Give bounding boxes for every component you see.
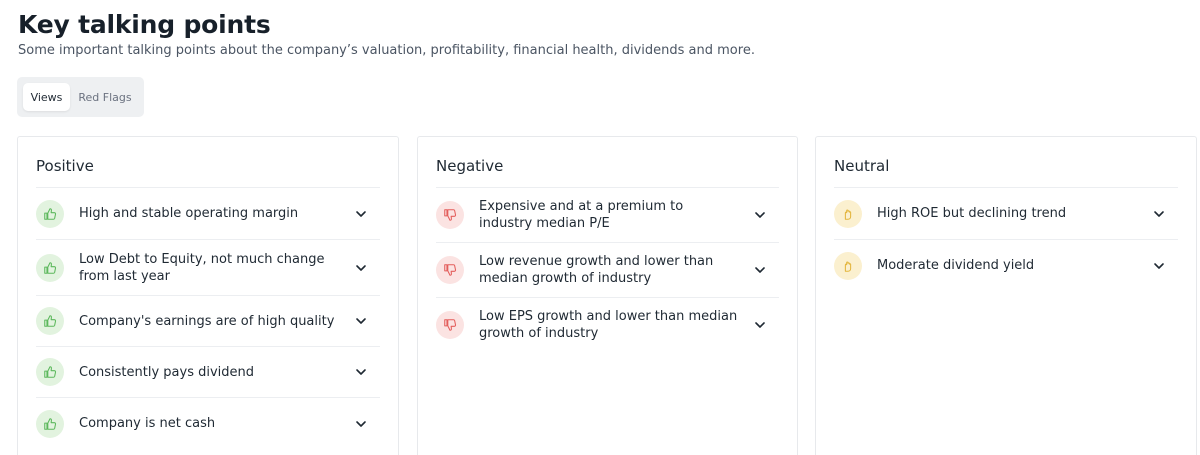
positive-title: Positive [36,157,94,175]
list-item[interactable]: Low revenue growth and lower than median… [436,242,779,297]
list-item[interactable]: High and stable operating margin [36,187,380,239]
chevron-down-icon[interactable] [753,208,767,222]
thumbs-down-icon [436,201,464,229]
thumbs-up-icon [36,409,64,438]
list-item[interactable]: Moderate dividend yield [834,239,1178,291]
tab-red-flags[interactable]: Red Flags [74,83,136,111]
list-item-text: High and stable operating margin [79,206,299,221]
thumbs-down-icon [436,256,464,284]
view-toggle: Views Red Flags [17,77,144,117]
list-item-text: High ROE but declining trend [877,206,1067,221]
list-item[interactable]: Company is net cash [36,397,380,449]
list-item-text: Low Debt to Equity, not much change from… [79,251,325,284]
list-item[interactable]: Low Debt to Equity, not much change from… [36,239,380,295]
hand-icon [834,199,862,228]
chevron-down-icon[interactable] [354,314,368,328]
neutral-card: Neutral High ROE but declining trend Mod… [815,136,1197,455]
negative-card: Negative Expensive and at a premium to i… [417,136,798,455]
list-item[interactable]: High ROE but declining trend [834,187,1178,239]
neutral-list: High ROE but declining trend Moderate di… [834,187,1178,291]
chevron-down-icon[interactable] [354,207,368,221]
chevron-down-icon[interactable] [354,261,368,275]
page-subtitle: Some important talking points about the … [18,43,755,58]
list-item-text: Company is net cash [79,416,216,431]
list-item[interactable]: Company's earnings are of high quality [36,295,380,346]
thumbs-up-icon [36,358,64,386]
chevron-down-icon[interactable] [753,263,767,277]
positive-card: Positive High and stable operating margi… [17,136,399,455]
chevron-down-icon[interactable] [1152,259,1166,273]
list-item[interactable]: Low EPS growth and lower than median gro… [436,297,779,352]
negative-list: Expensive and at a premium to industry m… [436,187,779,352]
chevron-down-icon[interactable] [753,318,767,332]
thumbs-up-icon [36,199,64,228]
list-item-text: Company's earnings are of high quality [79,313,335,329]
list-item-text: Moderate dividend yield [877,258,1035,273]
hand-icon [834,251,862,280]
page-title: Key talking points [18,10,271,39]
chevron-down-icon[interactable] [1152,207,1166,221]
thumbs-down-icon [436,311,464,339]
negative-title: Negative [436,157,504,175]
list-item-text: Low EPS growth and lower than median gro… [479,309,738,341]
chevron-down-icon[interactable] [354,417,368,431]
thumbs-up-icon [36,253,64,282]
chevron-down-icon[interactable] [354,365,368,379]
list-item-text: Expensive and at a premium to industry m… [479,199,684,231]
list-item[interactable]: Expensive and at a premium to industry m… [436,187,779,242]
neutral-title: Neutral [834,157,890,175]
tab-views[interactable]: Views [23,83,70,111]
positive-list: High and stable operating margin Low Deb… [36,187,380,449]
list-item-text: Consistently pays dividend [79,364,255,380]
list-item-text: Low revenue growth and lower than median… [479,254,714,286]
list-item[interactable]: Consistently pays dividend [36,346,380,397]
thumbs-up-icon [36,307,64,335]
